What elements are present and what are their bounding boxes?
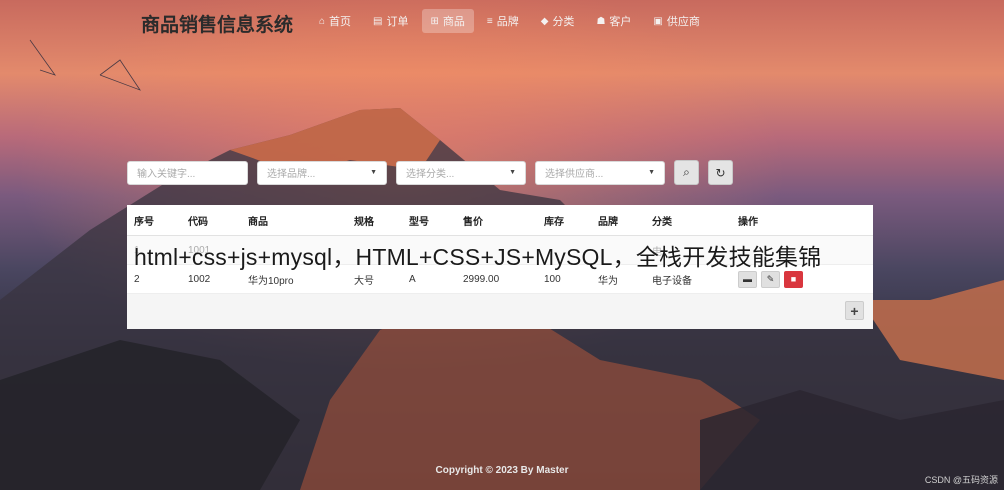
- nav-label: 商品: [442, 16, 465, 28]
- nav-label: 分类: [552, 16, 575, 28]
- col-header: 品牌: [591, 205, 645, 236]
- col-header: 库存: [537, 205, 591, 236]
- caret-down-icon: ▼: [370, 169, 377, 176]
- col-header: 代码: [181, 205, 241, 236]
- main-nav: ⌂ 首页 ▤ 订单 ⊞ 商品 ≡ 品牌 ◆ 分类 ☗ 客户 ▣ 供应商: [310, 9, 709, 33]
- row-actions: ▬ ✎ ■: [738, 270, 866, 288]
- category-select[interactable]: 选择分类... ▼: [396, 160, 526, 185]
- file-icon: ▤: [373, 15, 383, 27]
- nav-label: 订单: [386, 16, 409, 28]
- keyword-search-input[interactable]: 输入关键字...: [127, 160, 248, 185]
- nav-label: 客户: [609, 16, 632, 28]
- brand-placeholder: 选择品牌...: [267, 169, 316, 180]
- keyword-placeholder: 输入关键字...: [137, 169, 196, 180]
- users-icon: ☗: [596, 15, 606, 27]
- nav-item-categories[interactable]: ◆ 分类: [532, 9, 584, 33]
- edit-button[interactable]: ✎: [761, 270, 780, 288]
- filter-bar: 输入关键字... 选择品牌... ▼ 选择分类... ▼ 选择供应商... ▼ ⌕ ↻: [127, 160, 733, 185]
- search-button[interactable]: ⌕: [674, 160, 699, 185]
- archive-icon: ▬: [743, 274, 752, 284]
- nav-label: 品牌: [496, 16, 519, 28]
- navbar: 商品销售信息系统 ⌂ 首页 ▤ 订单 ⊞ 商品 ≡ 品牌 ◆ 分类 ☗ 客户 ▣ 供应商: [0, 0, 1004, 42]
- col-header: 规格: [347, 205, 402, 236]
- home-icon: ⌂: [319, 15, 326, 27]
- supplier-placeholder: 选择供应商...: [545, 169, 604, 180]
- sitemap-icon: ⊞: [430, 15, 439, 27]
- nav-item-orders[interactable]: ▤ 订单: [364, 9, 417, 33]
- app-title: 商品销售信息系统: [141, 15, 294, 36]
- caret-down-icon: ▼: [509, 169, 516, 176]
- nav-label: 供应商: [666, 16, 700, 28]
- delete-button[interactable]: ■: [784, 270, 803, 288]
- col-header: 分类: [645, 205, 731, 236]
- col-header: 型号: [402, 205, 456, 236]
- reset-button[interactable]: ↻: [708, 160, 733, 185]
- refresh-icon: ↻: [715, 165, 726, 180]
- add-product-button[interactable]: +: [845, 301, 864, 320]
- col-header: 序号: [127, 205, 181, 236]
- col-header: 操作: [731, 205, 873, 236]
- col-header: 商品: [241, 205, 347, 236]
- col-header: 售价: [456, 205, 537, 236]
- nav-item-brands[interactable]: ≡ 品牌: [478, 9, 528, 33]
- nav-label: 首页: [329, 16, 352, 28]
- list-icon: ≡: [486, 15, 493, 27]
- nav-item-home[interactable]: ⌂ 首页: [310, 9, 360, 33]
- category-placeholder: 选择分类...: [406, 169, 455, 180]
- caret-down-icon: ▼: [648, 169, 655, 176]
- table-header-row: 序号 代码 商品 规格 型号 售价 库存 品牌 分类 操作: [127, 205, 873, 236]
- nav-item-suppliers[interactable]: ▣ 供应商: [644, 9, 708, 33]
- brand-select[interactable]: 选择品牌... ▼: [257, 160, 387, 185]
- nav-item-products[interactable]: ⊞ 商品: [421, 9, 474, 33]
- overlay-caption: html+css+js+mysql，HTML+CSS+JS+MySQL，全栈开发…: [134, 244, 822, 270]
- edit-icon: ✎: [766, 273, 775, 284]
- nav-item-customers[interactable]: ☗ 客户: [587, 9, 640, 33]
- plus-icon: +: [850, 302, 859, 319]
- tags-icon: ◆: [540, 15, 549, 27]
- watermark: CSDN @五码资源: [924, 475, 998, 485]
- truck-icon: ▣: [653, 15, 663, 27]
- footer-copyright: Copyright © 2023 By Master: [435, 465, 569, 476]
- supplier-select[interactable]: 选择供应商... ▼: [535, 160, 665, 185]
- view-button[interactable]: ▬: [738, 270, 757, 288]
- search-icon: ⌕: [683, 165, 690, 179]
- trash-icon: ■: [790, 274, 797, 284]
